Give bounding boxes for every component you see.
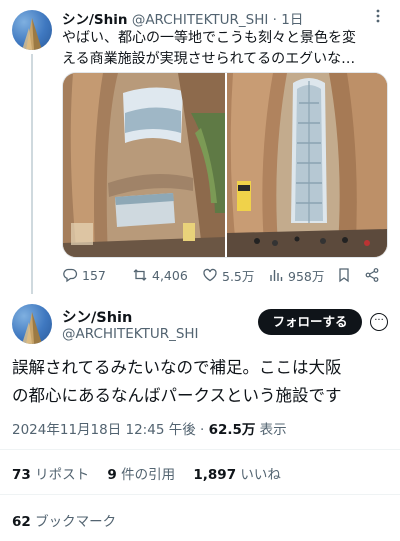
quotes-count: 9	[107, 467, 117, 483]
photo-atrium[interactable]	[63, 73, 225, 257]
divider	[0, 494, 400, 495]
likes-count: 1,897	[193, 467, 237, 483]
bookmark-button[interactable]	[336, 266, 352, 284]
bookmarks-count: 62	[12, 514, 31, 530]
tweet-text-line: の都心にあるなんばパークスという施設です	[12, 386, 342, 405]
likes-label: いいね	[236, 467, 281, 483]
quotes-stat[interactable]: 9 件の引用	[107, 467, 175, 483]
tweet-quoted[interactable]: シン/Shin @ARCHITEKTUR_SHI · 1日 やばい、都心の一等地…	[0, 0, 400, 294]
repost-icon	[133, 269, 147, 281]
like-icon	[203, 268, 217, 282]
quotes-label: 件の引用	[116, 467, 176, 483]
separator-dot: ·	[272, 12, 277, 28]
reposts-stat[interactable]: 73 リポスト	[12, 467, 89, 483]
repost-count: 4,406	[152, 267, 188, 283]
thread-line	[31, 54, 33, 294]
tweet-header: シン/Shin @ARCHITEKTUR_SHI · 1日	[62, 8, 382, 28]
tweet-text: 誤解されてるみたいなので補足。ここは大阪 の都心にあるなんばパークスという施設で…	[12, 354, 392, 410]
display-name[interactable]: シン/Shin	[62, 12, 128, 28]
reposts-label: リポスト	[30, 467, 90, 483]
like-count: 5.5万	[222, 268, 255, 284]
tweet-meta: 2024年11月18日 12:45 午後 · 62.5万 表示	[12, 418, 287, 438]
likes-stat[interactable]: 1,897 いいね	[193, 467, 281, 483]
views-count: 958万	[288, 268, 325, 284]
share-icon	[365, 268, 379, 282]
media-gallery	[62, 72, 388, 258]
tweet-text-line: 誤解されてるみたいなので補足。ここは大阪	[12, 358, 342, 377]
bookmarks-stat[interactable]: 62 ブックマーク	[12, 510, 116, 530]
handle[interactable]: @ARCHITEKTUR_SHI	[62, 326, 199, 342]
divider	[0, 449, 400, 450]
reply-icon	[63, 268, 78, 283]
reposts-count: 73	[12, 467, 31, 483]
repost-button[interactable]: 4,406	[132, 266, 188, 284]
views-value: 62.5万	[208, 422, 256, 438]
timestamp[interactable]: 1日	[281, 12, 303, 28]
bookmark-icon	[339, 268, 349, 283]
timestamp[interactable]: 2024年11月18日 12:45 午後	[12, 422, 196, 438]
tweet-text-line: える商業施設が実現させられてるのエグいな…	[62, 51, 356, 67]
handle[interactable]: @ARCHITEKTUR_SHI	[132, 12, 269, 28]
tweet-actions: 157 4,406 5.5万 958万	[62, 266, 388, 284]
reply-button[interactable]: 157	[62, 266, 106, 284]
like-button[interactable]: 5.5万	[202, 266, 254, 284]
share-button[interactable]	[364, 266, 380, 284]
more-icon[interactable]: ···	[370, 313, 388, 331]
tweet-text-line: やばい、都心の一等地でこうも刻々と景色を変	[62, 30, 356, 46]
views-button[interactable]: 958万	[268, 266, 324, 284]
meta-separator: ·	[195, 422, 209, 438]
reply-count: 157	[82, 267, 106, 283]
follow-button[interactable]: フォローする	[258, 309, 362, 335]
avatar[interactable]	[12, 304, 52, 344]
bookmarks-label: ブックマーク	[30, 514, 117, 530]
avatar[interactable]	[12, 10, 52, 50]
tweet-text: やばい、都心の一等地でこうも刻々と景色を変 える商業施設が実現させられてるのエグ…	[62, 28, 388, 70]
more-icon[interactable]	[370, 8, 386, 24]
engagement-stats: 73 リポスト 9 件の引用 1,897 いいね	[12, 463, 295, 483]
display-name[interactable]: シン/Shin	[62, 306, 132, 327]
views-icon	[270, 270, 283, 281]
views-label: 表示	[255, 422, 287, 438]
photo-canyon[interactable]	[227, 73, 387, 257]
